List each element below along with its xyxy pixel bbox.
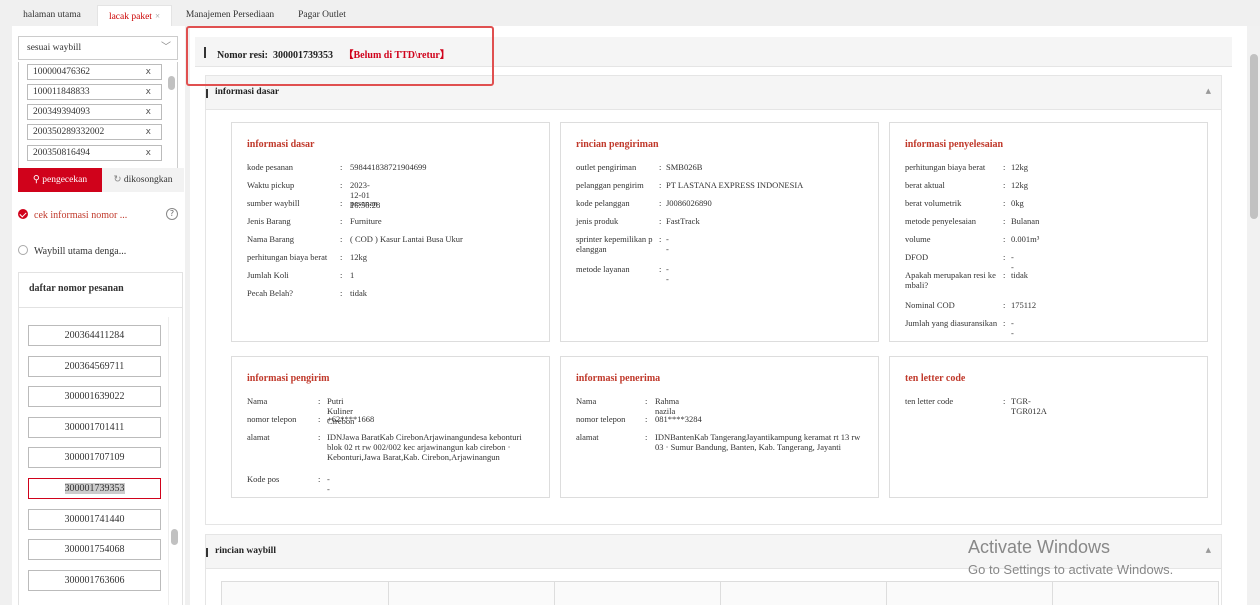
order-item[interactable]: 300001754068 — [28, 539, 161, 560]
card-sender-info: informasi pengirim Nama: Putri Kuliner Ci… — [231, 356, 550, 498]
remove-icon[interactable]: x — [146, 65, 151, 79]
tab-label: lacak paket — [108, 12, 152, 22]
basic-info-section: informasi dasar ▲ informasi dasar kode p… — [205, 75, 1222, 525]
divider — [19, 307, 182, 308]
order-item[interactable]: 200364569711 — [28, 356, 161, 377]
remove-icon[interactable]: x — [146, 85, 151, 99]
windows-activation-watermark: Activate Windows Go to Settings to activ… — [968, 537, 1174, 577]
order-item[interactable]: 300001639022 — [28, 386, 161, 407]
waybill-tag: 200350289332002 x — [27, 124, 162, 140]
radio-main-waybill[interactable]: Waybill utama denga... — [18, 244, 183, 260]
order-list-title: daftar nomor pesanan — [29, 283, 124, 294]
tab-inventory[interactable]: Manajemen Persediaan — [180, 5, 280, 26]
order-item[interactable]: 300001763606 — [28, 570, 161, 591]
order-item[interactable]: 200364411284 — [28, 325, 161, 346]
main-scrollbar-thumb[interactable] — [1250, 54, 1258, 219]
search-sidebar: sesuai waybill ﹀ 100000476362 x 100011848… — [12, 26, 185, 605]
order-item[interactable]: 300001701411 — [28, 417, 161, 438]
collapse-icon[interactable]: ▲ — [1206, 546, 1211, 554]
main-scrollbar[interactable] — [1247, 26, 1260, 605]
radio-unchecked-icon — [18, 245, 28, 255]
card-receiver-info: informasi penerima Nama: Rahma nazila nom… — [560, 356, 879, 498]
remove-icon[interactable]: x — [146, 105, 151, 119]
waybill-tag: 100011848833 x — [27, 84, 162, 100]
chevron-down-icon: ﹀ — [161, 42, 171, 53]
detail-panel: Nomor resi: 300001739353 【Belum di TTD\r… — [190, 26, 1247, 605]
search-icon: ⚲ — [32, 174, 40, 185]
waybill-table-header — [221, 581, 1219, 605]
radio-check-info[interactable]: cek informasi nomor ... ? — [18, 208, 183, 224]
remove-icon[interactable]: x — [146, 146, 151, 160]
tab-home[interactable]: halaman utama — [14, 5, 90, 26]
card-settlement-info: informasi penyelesaian perhitungan biaya… — [889, 122, 1208, 342]
waybill-tag: 100000476362 x — [27, 64, 162, 80]
help-icon[interactable]: ? — [166, 208, 178, 220]
search-type-select[interactable]: sesuai waybill ﹀ — [18, 36, 178, 60]
order-item[interactable]: 300001707109 — [28, 447, 161, 468]
section-marker — [206, 89, 208, 98]
reset-icon: ↻ — [113, 174, 122, 185]
remove-icon[interactable]: x — [146, 125, 151, 139]
highlight-annotation — [186, 26, 494, 86]
clear-button[interactable]: ↻ dikosongkan — [102, 168, 184, 192]
card-shipping-details: rincian pengiriman outlet pengiriman: SMB… — [560, 122, 879, 342]
waybill-list-scrollbar[interactable] — [168, 76, 175, 90]
collapse-icon[interactable]: ▲ — [1206, 87, 1211, 95]
order-list-panel: daftar nomor pesanan 200364411284 200364… — [18, 272, 183, 605]
order-item[interactable]: 300001741440 — [28, 509, 161, 530]
order-item-selected[interactable]: 300001739353 — [28, 478, 161, 499]
card-ten-letter-code: ten letter code ten letter code: TGR-TGR0… — [889, 356, 1208, 498]
tab-track-package[interactable]: lacak paket × — [97, 5, 172, 26]
tab-outlet-fence[interactable]: Pagar Outlet — [290, 5, 354, 26]
waybill-tag: 200350816494 x — [27, 145, 162, 161]
waybill-tag: 200349394093 x — [27, 104, 162, 120]
order-list-scrollbar[interactable] — [171, 529, 178, 545]
order-list-scroll-track — [168, 317, 169, 605]
radio-checked-icon — [18, 209, 28, 219]
close-icon[interactable]: × — [155, 11, 160, 21]
card-basic-info: informasi dasar kode pesanan:59844183872… — [231, 122, 550, 342]
section-marker — [206, 548, 208, 557]
search-button[interactable]: ⚲ pengecekan — [18, 168, 102, 192]
tab-bar: halaman utama lacak paket × Manajemen Per… — [0, 0, 1260, 26]
